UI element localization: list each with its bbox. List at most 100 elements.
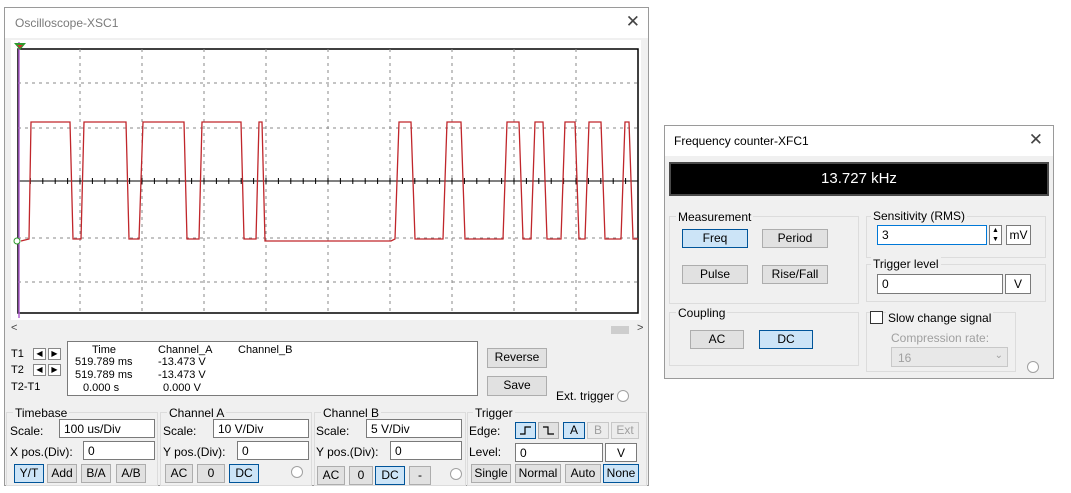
spin-down-icon[interactable]: ▼ <box>992 236 999 243</box>
oscilloscope-title: Oscilloscope-XSC1 <box>15 16 119 30</box>
ba-button[interactable]: B/A <box>81 464 111 483</box>
channel-b-ypos-label: Y pos.(Div): <box>316 445 379 459</box>
channel-a-ac-button[interactable]: AC <box>165 464 193 483</box>
sensitivity-field[interactable]: 3 <box>877 225 987 245</box>
screen-scrollbar[interactable]: < > <box>7 322 647 336</box>
oscilloscope-screen <box>11 40 641 320</box>
trigger-source-ext-button[interactable]: Ext <box>611 422 639 439</box>
close-icon[interactable]: ✕ <box>1029 131 1043 149</box>
counter-input-terminal[interactable] <box>1027 361 1039 373</box>
rising-edge-icon[interactable] <box>515 422 536 439</box>
yt-button[interactable]: Y/T <box>14 464 44 483</box>
channel-b-minus-button[interactable]: - <box>409 466 431 485</box>
channel-a-scale-label: Scale: <box>163 424 197 438</box>
counter-titlebar[interactable]: Frequency counter-XFC1 ✕ <box>665 126 1053 156</box>
channel-a-ground-marker-icon <box>13 237 21 245</box>
compression-rate-label: Compression rate: <box>891 331 990 345</box>
pulse-button[interactable]: Pulse <box>682 265 748 284</box>
coupling-title: Coupling <box>676 306 728 320</box>
readout-table: Time Channel_A Channel_B 519.789 ms -13.… <box>67 341 478 396</box>
t2-right-arrow-icon[interactable]: ▶ <box>48 364 61 376</box>
timebase-xpos-field[interactable]: 0 <box>83 441 155 460</box>
counter-title: Frequency counter-XFC1 <box>674 134 809 148</box>
compression-rate-value: 16 <box>898 351 912 365</box>
t1-right-arrow-icon[interactable]: ▶ <box>48 348 61 360</box>
readout-t1-time: 519.789 ms <box>75 356 133 368</box>
sensitivity-spinner[interactable]: ▲ ▼ <box>989 225 1002 245</box>
channel-a-ypos-label: Y pos.(Div): <box>163 445 226 459</box>
sensitivity-unit[interactable]: mV <box>1006 225 1031 245</box>
channel-a-scale-field[interactable]: 10 V/Div <box>213 419 309 438</box>
save-button[interactable]: Save <box>487 376 547 396</box>
scroll-thumb[interactable] <box>611 326 629 334</box>
trigger-normal-button[interactable]: Normal <box>515 464 561 483</box>
channel-b-ypos-field[interactable]: 0 <box>390 441 462 460</box>
spin-up-icon[interactable]: ▲ <box>992 227 999 234</box>
ab-button[interactable]: A/B <box>116 464 146 483</box>
channel-b-zero-button[interactable]: 0 <box>349 466 373 485</box>
frequency-counter-window: Frequency counter-XFC1 ✕ 13.727 kHz Meas… <box>664 125 1054 379</box>
timebase-scale-label: Scale: <box>10 424 44 438</box>
ext-trigger-terminal[interactable] <box>617 390 629 402</box>
timebase-title: Timebase <box>13 406 70 420</box>
trigger-level-label: Level: <box>469 445 502 459</box>
readout-delta-channel-a: 0.000 V <box>163 382 201 394</box>
channel-a-dc-button[interactable]: DC <box>229 464 259 483</box>
reverse-button[interactable]: Reverse <box>487 348 547 368</box>
channel-b-scale-field[interactable]: 5 V/Div <box>366 419 462 438</box>
trigger-level-unit[interactable]: V <box>605 443 637 462</box>
trigger-title: Trigger <box>473 406 515 420</box>
trigger-source-a-button[interactable]: A <box>563 422 585 439</box>
readout-t1-channel-a: -13.473 V <box>158 356 206 368</box>
readout-t2-time: 519.789 ms <box>75 369 133 381</box>
t2-left-arrow-icon[interactable]: ◀ <box>33 364 46 376</box>
trigger-single-button[interactable]: Single <box>471 464 511 483</box>
freq-button[interactable]: Freq <box>682 229 748 248</box>
counter-trigger-level-unit[interactable]: V <box>1005 274 1031 294</box>
scroll-left-icon[interactable]: < <box>11 322 17 334</box>
t1-left-arrow-icon[interactable]: ◀ <box>33 348 46 360</box>
coupling-ac-button[interactable]: AC <box>690 330 744 349</box>
readout-delta-time: 0.000 s <box>83 382 120 394</box>
channel-a-ypos-field[interactable]: 0 <box>237 441 309 460</box>
frequency-display: 13.727 kHz <box>669 162 1049 196</box>
slow-change-checkbox[interactable] <box>870 311 883 324</box>
channel-b-dc-button[interactable]: DC <box>375 466 405 485</box>
t1-label: T1 <box>11 348 24 360</box>
rise-fall-button[interactable]: Rise/Fall <box>762 265 828 284</box>
channel-a-terminal[interactable] <box>291 466 303 478</box>
sensitivity-title: Sensitivity (RMS) <box>871 209 968 223</box>
add-button[interactable]: Add <box>47 464 77 483</box>
falling-edge-icon[interactable] <box>538 422 559 439</box>
counter-trigger-level-title: Trigger level <box>871 257 941 271</box>
timebase-scale-field[interactable]: 100 us/Div <box>59 419 155 438</box>
trigger-source-b-button[interactable]: B <box>587 422 609 439</box>
channel-b-ac-button[interactable]: AC <box>317 466 345 485</box>
chevron-down-icon: ⌄ <box>994 350 1003 361</box>
readout-header-channel-b: Channel_B <box>238 344 293 356</box>
channel-b-scale-label: Scale: <box>316 424 350 438</box>
readout-header-time: Time <box>92 344 117 356</box>
counter-trigger-level-field[interactable]: 0 <box>877 274 1003 294</box>
ext-trigger-label: Ext. trigger <box>556 389 615 403</box>
close-icon[interactable]: ✕ <box>626 13 640 31</box>
channel-a-zero-button[interactable]: 0 <box>197 464 225 483</box>
period-button[interactable]: Period <box>762 229 828 248</box>
oscilloscope-titlebar[interactable]: Oscilloscope-XSC1 ✕ <box>5 8 648 38</box>
trigger-auto-button[interactable]: Auto <box>565 464 601 483</box>
compression-rate-select[interactable]: 16 ⌄ <box>891 347 1008 367</box>
channel-a-title: Channel A <box>167 406 227 420</box>
oscilloscope-window: Oscilloscope-XSC1 ✕ < > T1 ◀ ▶ T2 ◀ ▶ T2… <box>4 7 649 486</box>
trigger-none-button[interactable]: None <box>603 464 639 483</box>
trigger-edge-label: Edge: <box>469 424 501 438</box>
timebase-xpos-label: X pos.(Div): <box>10 445 73 459</box>
t2-label: T2 <box>11 364 24 376</box>
readout-header-channel-a: Channel_A <box>158 344 213 356</box>
channel-b-terminal[interactable] <box>450 468 462 480</box>
measurement-title: Measurement <box>676 210 754 224</box>
scroll-right-icon[interactable]: > <box>637 322 643 334</box>
trigger-level-field[interactable]: 0 <box>515 443 603 462</box>
channel-b-title: Channel B <box>321 406 382 420</box>
coupling-dc-button[interactable]: DC <box>759 330 813 349</box>
slow-change-label: Slow change signal <box>886 311 994 325</box>
